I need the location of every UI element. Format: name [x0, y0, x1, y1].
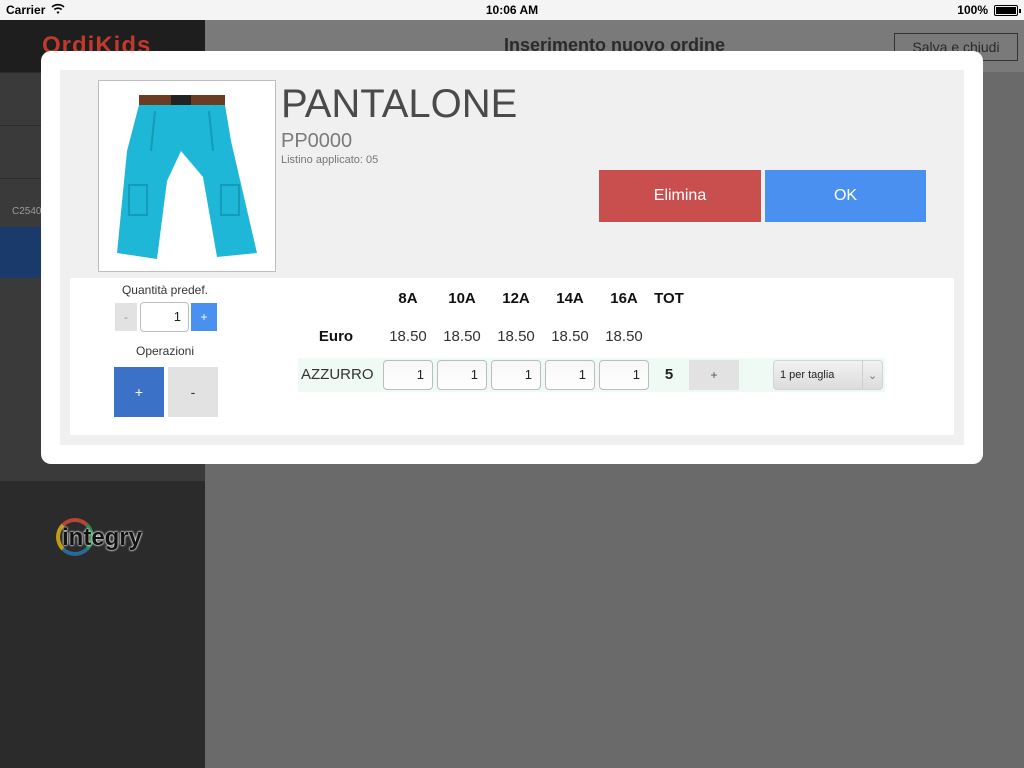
price-label: Euro — [318, 328, 354, 345]
size-quantity-input[interactable]: 1 — [599, 360, 649, 390]
ok-button[interactable]: OK — [765, 170, 926, 222]
operations-remove-button[interactable]: - — [168, 367, 218, 417]
product-image — [98, 80, 276, 272]
default-quantity-label: Quantità predef. — [121, 283, 209, 297]
size-quantity-input[interactable]: 1 — [545, 360, 595, 390]
distribution-value: 1 per taglia — [780, 369, 835, 381]
battery-icon — [994, 5, 1021, 16]
row-add-button[interactable]: + — [689, 360, 739, 390]
chevron-down-icon: ⌄ — [862, 361, 882, 389]
size-price: 18.50 — [389, 328, 427, 345]
pants-icon — [117, 95, 257, 259]
operations-label: Operazioni — [135, 344, 195, 358]
delete-button[interactable]: Elimina — [599, 170, 761, 222]
size-header: 12A — [502, 290, 530, 307]
quantity-increment-button[interactable]: + — [191, 303, 217, 331]
order-panel: Quantità predef. - 1 + Operazioni + - 8A… — [70, 278, 954, 435]
default-quantity-input[interactable]: 1 — [140, 302, 189, 332]
battery-percent: 100% — [957, 3, 988, 17]
size-price: 18.50 — [551, 328, 589, 345]
size-header: 16A — [610, 290, 638, 307]
price-list-label: Listino applicato: 05 — [281, 154, 379, 166]
sidebar-code: C2540 — [12, 206, 42, 217]
size-header: 8A — [398, 290, 418, 307]
product-code: PP0000 — [281, 130, 353, 152]
size-quantity-input[interactable]: 1 — [491, 360, 541, 390]
operations-add-button[interactable]: + — [114, 367, 164, 417]
color-name: AZZURRO — [301, 366, 374, 383]
total-header: TOT — [654, 290, 684, 307]
clock: 10:06 AM — [485, 3, 539, 17]
modal-content: PANTALONE PP0000 Listino applicato: 05 E… — [60, 70, 964, 445]
size-header: 14A — [556, 290, 584, 307]
row-total: 5 — [664, 366, 674, 383]
size-quantity-input[interactable]: 1 — [383, 360, 433, 390]
size-price: 18.50 — [605, 328, 643, 345]
status-bar: Carrier 10:06 AM 100% — [0, 0, 1024, 20]
quantity-decrement-button[interactable]: - — [115, 303, 137, 331]
distribution-select[interactable]: 1 per taglia ⌄ — [773, 360, 883, 390]
size-price: 18.50 — [497, 328, 535, 345]
brand-logo: integry — [62, 524, 143, 551]
size-quantity-input[interactable]: 1 — [437, 360, 487, 390]
size-header: 10A — [448, 290, 476, 307]
product-name: PANTALONE — [281, 82, 518, 126]
size-price: 18.50 — [443, 328, 481, 345]
product-modal: PANTALONE PP0000 Listino applicato: 05 E… — [41, 51, 983, 464]
